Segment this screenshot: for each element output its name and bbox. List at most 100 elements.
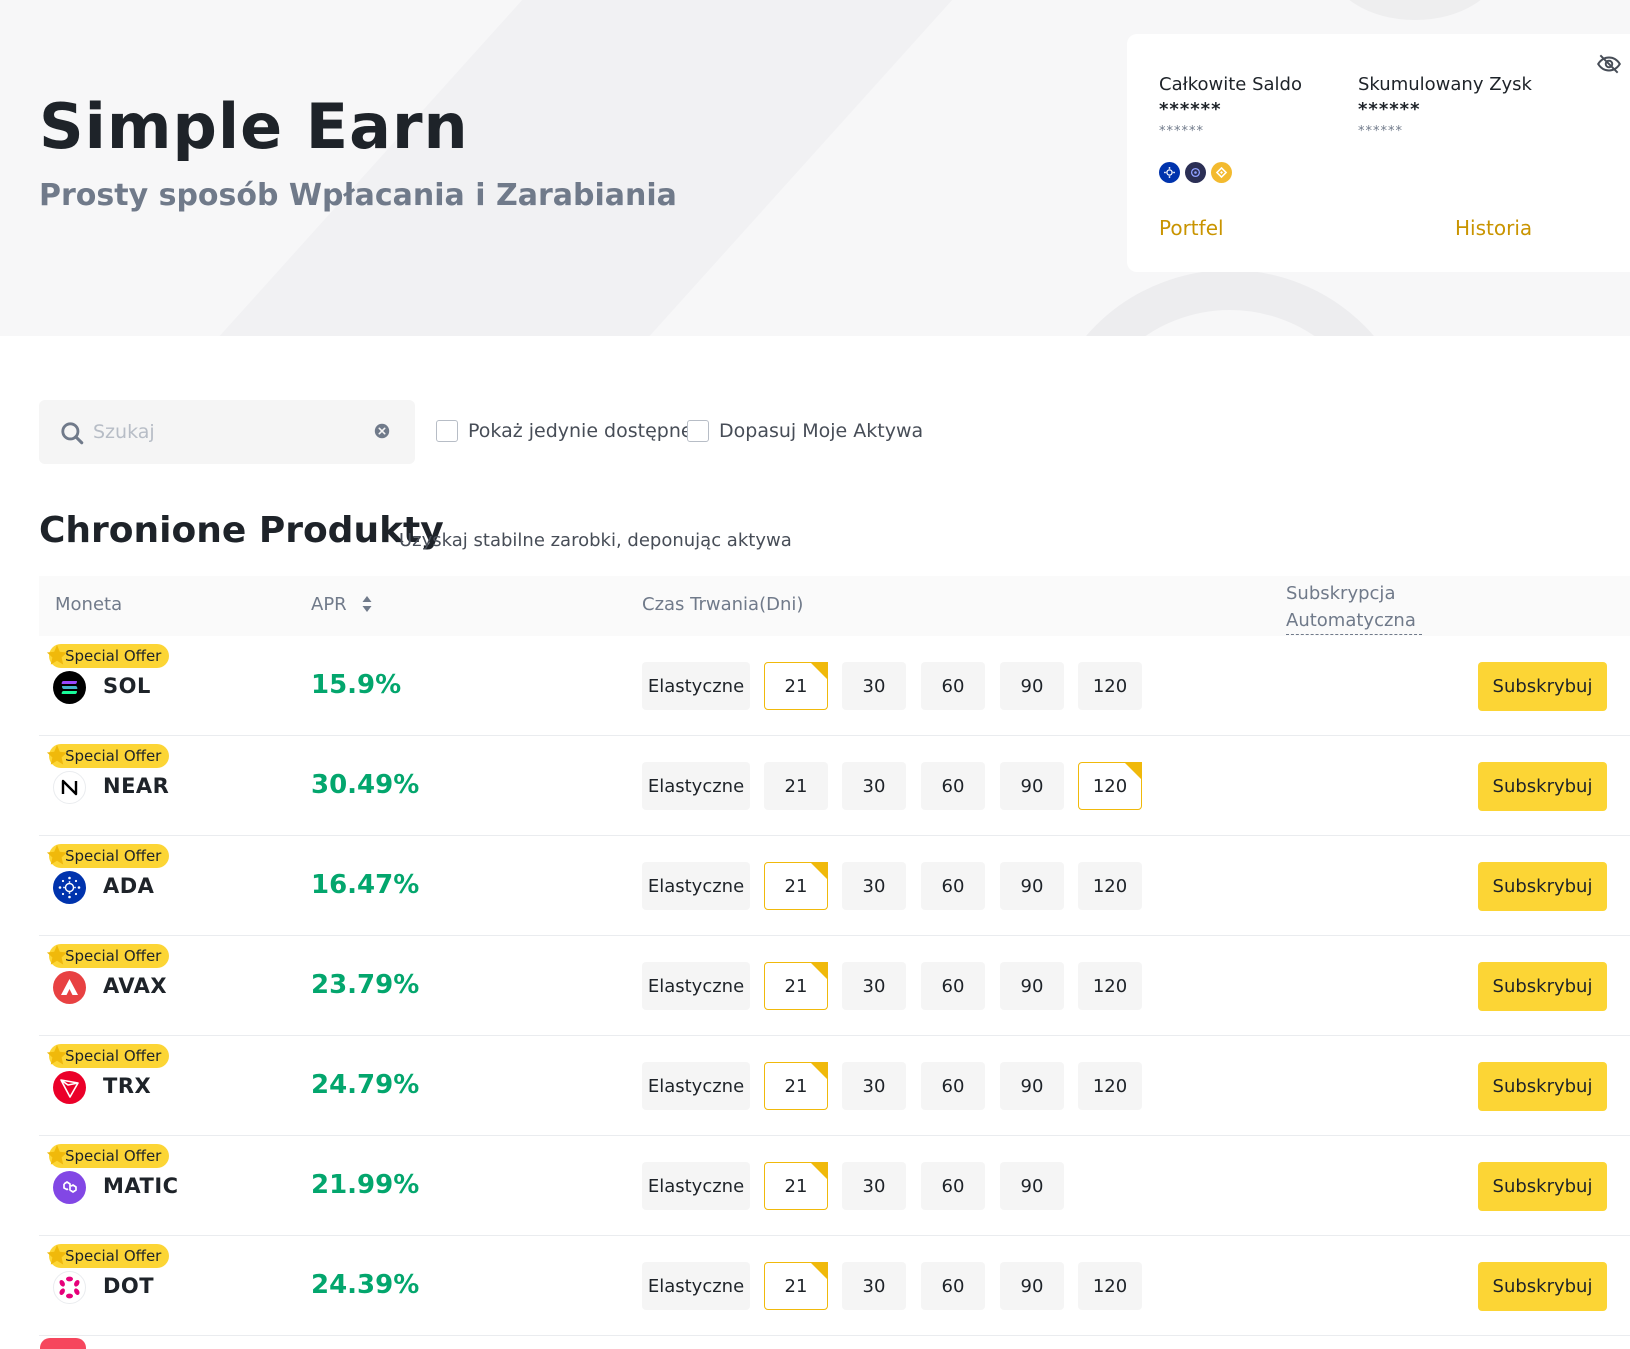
duration-option-60[interactable]: 60: [921, 662, 985, 710]
held-coins: [1159, 162, 1232, 183]
special-offer-badge: Special Offer: [46, 1044, 170, 1068]
apr-value: 16.47%: [311, 870, 420, 900]
table-row: Special Offer SOL 15.9% Elastyczne 21 30 60 90 1…: [39, 636, 1630, 736]
duration-option-30[interactable]: 30: [842, 1262, 906, 1310]
hide-balance-icon[interactable]: [1596, 51, 1622, 77]
duration-option-90[interactable]: 90: [1000, 1262, 1064, 1310]
total-balance: Całkowite Saldo ****** ******: [1159, 74, 1302, 139]
table-row: Special Offer MATIC 21.99% Elastyczne 21 30 60…: [39, 1136, 1630, 1236]
subscribe-button[interactable]: Subskrybuj: [1478, 1262, 1607, 1311]
duration-flexible[interactable]: Elastyczne: [642, 862, 750, 910]
duration-flexible[interactable]: Elastyczne: [642, 1262, 750, 1310]
subscribe-button[interactable]: Subskrybuj: [1478, 962, 1607, 1011]
apr-value: 30.49%: [311, 770, 420, 800]
special-offer-badge: Special Offer: [46, 1144, 170, 1168]
duration-option-30[interactable]: 30: [842, 962, 906, 1010]
duration-option-90[interactable]: 90: [1000, 1062, 1064, 1110]
wallet-link[interactable]: Portfel: [1159, 216, 1224, 240]
duration-option-60[interactable]: 60: [921, 1262, 985, 1310]
apr-value: 24.39%: [311, 1270, 420, 1300]
duration-option-120[interactable]: 120: [1078, 1062, 1142, 1110]
duration-flexible[interactable]: Elastyczne: [642, 1162, 750, 1210]
coin-name: TRX: [103, 1074, 152, 1098]
duration-option-21[interactable]: 21: [764, 962, 828, 1010]
duration-option-120[interactable]: 120: [1078, 962, 1142, 1010]
duration-option-21[interactable]: 21: [764, 1262, 828, 1310]
header-auto-line1: Subskrypcja: [1286, 583, 1396, 604]
ada-icon: [53, 871, 86, 904]
duration-option-21[interactable]: 21: [764, 862, 828, 910]
dot-icon: [53, 1271, 86, 1304]
offer-badge-partial: [40, 1338, 86, 1349]
checkbox-box[interactable]: [436, 420, 458, 442]
subscribe-button[interactable]: Subskrybuj: [1478, 662, 1607, 711]
subscribe-button[interactable]: Subskrybuj: [1478, 762, 1607, 811]
duration-option-90[interactable]: 90: [1000, 1162, 1064, 1210]
table-row: Special Offer ADA 16.47% Elastyczne 21 30 60 90…: [39, 836, 1630, 936]
table-header: Moneta APR Czas Trwania(Dni) Subskrypcja…: [39, 576, 1630, 636]
checkbox-box[interactable]: [687, 420, 709, 442]
duration-option-30[interactable]: 30: [842, 662, 906, 710]
apr-value: 15.9%: [311, 670, 402, 700]
subscribe-button[interactable]: Subskrybuj: [1478, 862, 1607, 911]
duration-option-30[interactable]: 30: [842, 862, 906, 910]
header-apr[interactable]: APR: [311, 594, 347, 615]
avax-icon: [53, 971, 86, 1004]
special-offer-label: Special Offer: [65, 947, 162, 965]
cumulative-profit-label: Skumulowany Zysk: [1358, 74, 1532, 95]
star-icon: [46, 644, 68, 665]
section-subtitle: Uzyskaj stabilne zarobki, deponując akty…: [399, 530, 792, 551]
duration-option-30[interactable]: 30: [842, 762, 906, 810]
special-offer-label: Special Offer: [65, 747, 162, 765]
duration-option-21[interactable]: 21: [764, 762, 828, 810]
hero-decoration: [1330, 0, 1500, 20]
special-offer-badge: Special Offer: [46, 944, 170, 968]
sort-icon[interactable]: [361, 594, 373, 614]
header-auto-subscribe[interactable]: Subskrypcja Automatyczna: [1286, 580, 1422, 635]
duration-option-120[interactable]: 120: [1078, 862, 1142, 910]
duration-option-60[interactable]: 60: [921, 962, 985, 1010]
clear-search-icon[interactable]: [373, 422, 391, 440]
duration-option-120[interactable]: 120: [1078, 762, 1142, 810]
duration-option-60[interactable]: 60: [921, 1062, 985, 1110]
page-title: Simple Earn: [39, 90, 469, 163]
only-available-checkbox[interactable]: Pokaż jedynie dostępne: [436, 420, 693, 442]
duration-flexible[interactable]: Elastyczne: [642, 962, 750, 1010]
coin-name: MATIC: [103, 1174, 179, 1198]
duration-option-90[interactable]: 90: [1000, 662, 1064, 710]
near-icon: [1185, 162, 1206, 183]
subscribe-button[interactable]: Subskrybuj: [1478, 1062, 1607, 1111]
duration-option-120[interactable]: 120: [1078, 662, 1142, 710]
duration-option-21[interactable]: 21: [764, 1062, 828, 1110]
subscribe-button[interactable]: Subskrybuj: [1478, 1162, 1607, 1211]
search-input[interactable]: [93, 414, 363, 450]
duration-option-21[interactable]: 21: [764, 662, 828, 710]
duration-option-120[interactable]: 120: [1078, 1262, 1142, 1310]
duration-option-90[interactable]: 90: [1000, 862, 1064, 910]
duration-option-90[interactable]: 90: [1000, 762, 1064, 810]
search-box[interactable]: [39, 400, 415, 464]
coin-name: ADA: [103, 874, 155, 898]
star-icon: [46, 1044, 68, 1065]
duration-option-60[interactable]: 60: [921, 1162, 985, 1210]
match-assets-checkbox[interactable]: Dopasuj Moje Aktywa: [687, 420, 923, 442]
total-balance-label: Całkowite Saldo: [1159, 74, 1302, 95]
total-balance-fiat: ******: [1159, 124, 1204, 139]
history-link[interactable]: Historia: [1455, 216, 1532, 240]
duration-option-30[interactable]: 30: [842, 1162, 906, 1210]
balance-card: Całkowite Saldo ****** ****** Skumulowan…: [1127, 34, 1630, 272]
duration-option-90[interactable]: 90: [1000, 962, 1064, 1010]
special-offer-label: Special Offer: [65, 647, 162, 665]
duration-option-60[interactable]: 60: [921, 862, 985, 910]
duration-option-60[interactable]: 60: [921, 762, 985, 810]
duration-option-30[interactable]: 30: [842, 1062, 906, 1110]
special-offer-label: Special Offer: [65, 1047, 162, 1065]
duration-flexible[interactable]: Elastyczne: [642, 662, 750, 710]
special-offer-label: Special Offer: [65, 1247, 162, 1265]
duration-flexible[interactable]: Elastyczne: [642, 1062, 750, 1110]
duration-option-21[interactable]: 21: [764, 1162, 828, 1210]
bnb-icon: [1211, 162, 1232, 183]
duration-flexible[interactable]: Elastyczne: [642, 762, 750, 810]
star-icon: [46, 1144, 68, 1165]
near-icon: [53, 771, 86, 804]
